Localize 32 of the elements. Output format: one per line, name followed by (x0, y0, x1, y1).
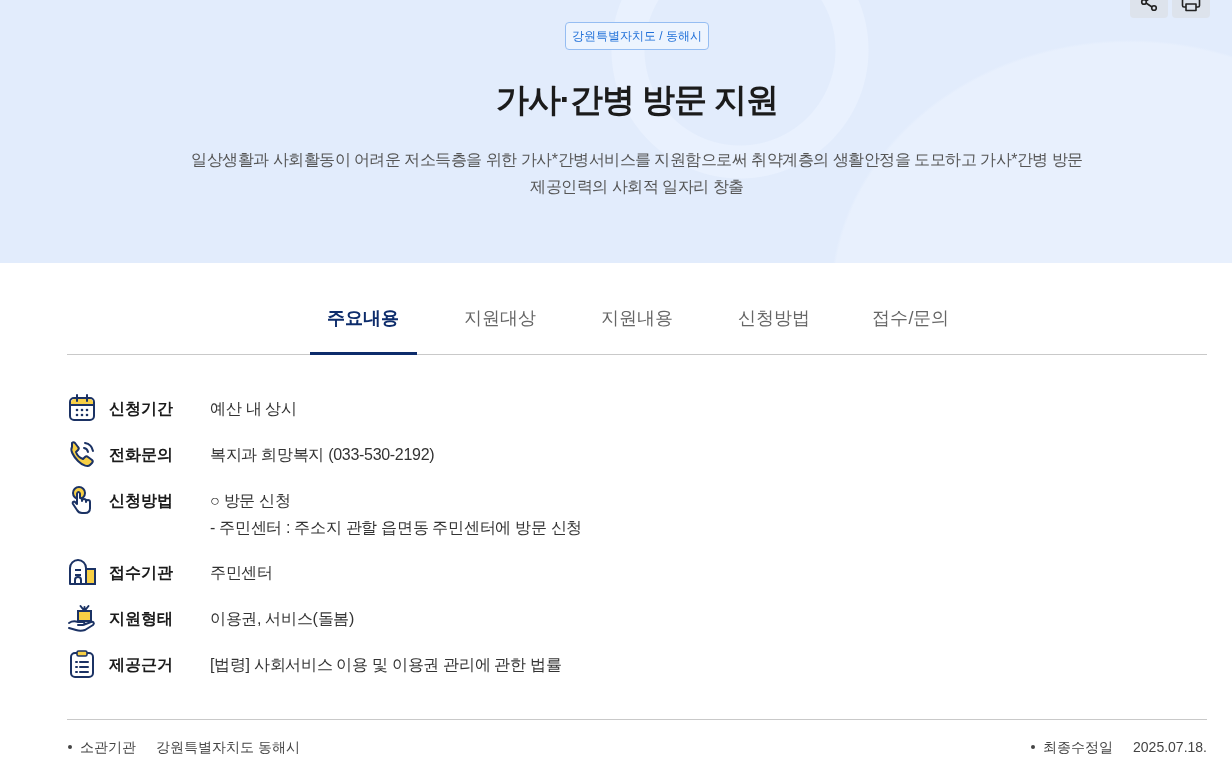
detail-label: 접수기관 (109, 563, 174, 583)
detail-value: - 주민센터 : 주소지 관할 읍면동 주민센터에 방문 신청 (210, 518, 583, 538)
detail-value: ○ 방문 신청 (210, 491, 292, 511)
tab[interactable]: 접수/문의 (857, 305, 965, 355)
bullet-icon (1031, 745, 1036, 749)
detail-value: 이용권, 서비스(돌봄) (210, 609, 354, 629)
detail-value: [법령] 사회서비스 이용 및 이용권 관리에 관한 법률 (210, 655, 562, 675)
page-title: 가사·간병 방문 지원 (495, 80, 779, 120)
clipboard-list-icon (67, 649, 97, 679)
detail-label: 지원형태 (109, 609, 174, 629)
footer-value: 강원특별자치도 동해시 (156, 738, 300, 757)
detail-label: 신청방법 (109, 491, 174, 511)
detail-label: 제공근거 (109, 655, 174, 675)
detail-label: 신청기간 (109, 399, 174, 419)
tab[interactable]: 신청방법 (720, 305, 828, 355)
region-badge: 강원특별자치도 / 동해시 (565, 22, 709, 50)
hand-gift-icon (67, 603, 97, 633)
footer-value: 2025.07.18. (1133, 738, 1207, 757)
calendar-icon (67, 393, 97, 423)
detail-value: 주민센터 (210, 563, 273, 583)
detail-value: 예산 내 상시 (210, 399, 297, 419)
bullet-icon (68, 745, 72, 749)
footer-label: 최종수정일 (1043, 738, 1114, 757)
tab[interactable]: 주요내용 (309, 305, 417, 355)
building-icon (67, 557, 97, 587)
tab[interactable]: 지원내용 (583, 305, 691, 355)
detail-label: 전화문의 (109, 445, 174, 465)
phone-icon (67, 439, 97, 469)
tab[interactable]: 지원대상 (446, 305, 554, 355)
footer-label: 소관기관 (80, 738, 136, 757)
detail-value: 복지과 희망복지 (033-530-2192) (210, 445, 435, 465)
page-description: 일상생활과 사회활동이 어려운 저소득층을 위한 가사*간병서비스를 지원함으로써 취약계층의 생활안정을 도모하고 가사*간병 방문 제공인력의 사회적 일자리 창출 (190, 150, 1084, 197)
